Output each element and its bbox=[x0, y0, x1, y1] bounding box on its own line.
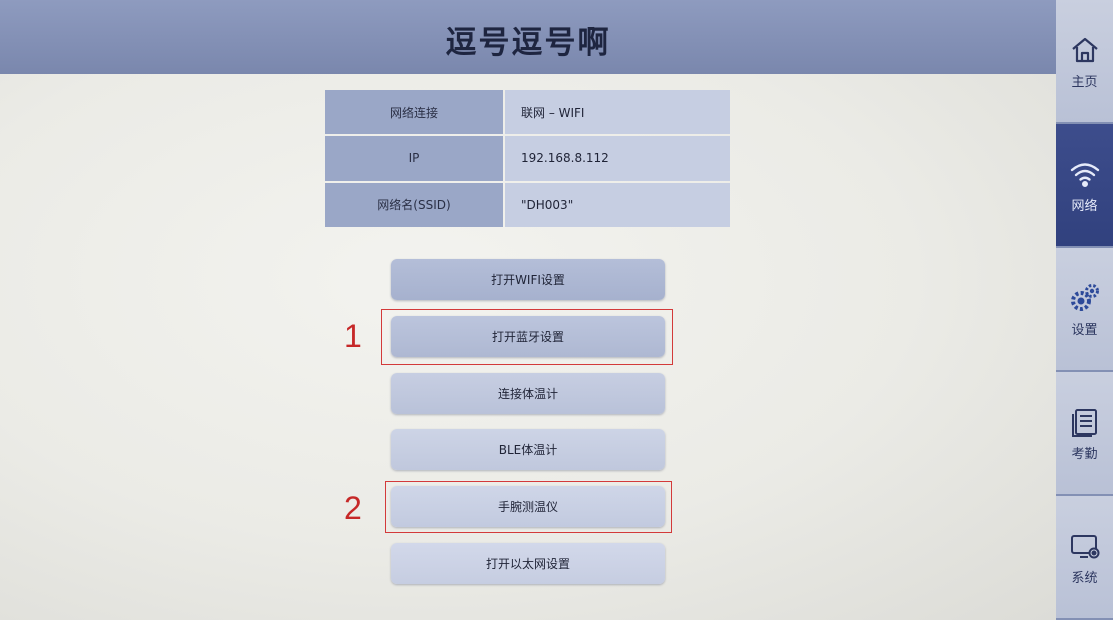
info-label: IP bbox=[325, 136, 503, 181]
info-value: "DH003" bbox=[505, 182, 730, 227]
sidebar-nav: 主页 网络 设置 考勤 系统 bbox=[1056, 0, 1113, 620]
wifi-icon bbox=[1070, 162, 1099, 187]
sidebar-item-label: 系统 bbox=[1071, 570, 1098, 586]
info-row-ssid: 网络名(SSID) "DH003" bbox=[325, 182, 730, 227]
ble-thermometer-button[interactable]: BLE体温计 bbox=[391, 429, 665, 470]
sidebar-item-settings[interactable]: 设置 bbox=[1056, 248, 1113, 372]
sidebar-item-network[interactable]: 网络 bbox=[1056, 124, 1113, 248]
sidebar-item-home[interactable]: 主页 bbox=[1056, 0, 1113, 124]
annotation-number-1: 1 bbox=[344, 318, 362, 354]
info-row-connection: 网络连接 联网 – WIFI bbox=[325, 90, 730, 135]
sidebar-item-label: 考勤 bbox=[1071, 446, 1098, 462]
home-icon bbox=[1071, 37, 1098, 62]
info-row-ip: IP 192.168.8.112 bbox=[325, 136, 730, 181]
sidebar-item-label: 设置 bbox=[1071, 322, 1098, 338]
annotation-box-1 bbox=[381, 309, 673, 365]
annotation-number-2: 2 bbox=[344, 490, 362, 526]
info-value: 联网 – WIFI bbox=[505, 90, 730, 135]
gear-icon bbox=[1070, 283, 1099, 311]
info-label: 网络连接 bbox=[325, 90, 503, 135]
system-icon bbox=[1070, 534, 1099, 558]
attendance-icon bbox=[1071, 408, 1097, 437]
sidebar-item-label: 网络 bbox=[1071, 198, 1098, 214]
main-panel: 逗号逗号啊 网络连接 联网 – WIFI IP 192.168.8.112 网络… bbox=[0, 0, 1056, 620]
info-value: 192.168.8.112 bbox=[505, 136, 730, 181]
sidebar-item-system[interactable]: 系统 bbox=[1056, 496, 1113, 620]
network-info-table: 网络连接 联网 – WIFI IP 192.168.8.112 网络名(SSID… bbox=[325, 90, 730, 227]
open-ethernet-settings-button[interactable]: 打开以太网设置 bbox=[391, 543, 665, 584]
open-wifi-settings-button[interactable]: 打开WIFI设置 bbox=[391, 259, 665, 300]
page-title: 逗号逗号啊 bbox=[445, 24, 611, 61]
annotation-box-2 bbox=[385, 481, 672, 533]
sidebar-item-attendance[interactable]: 考勤 bbox=[1056, 372, 1113, 496]
header-bar: 逗号逗号啊 bbox=[0, 0, 1056, 74]
connect-thermometer-button[interactable]: 连接体温计 bbox=[391, 373, 665, 414]
sidebar-item-label: 主页 bbox=[1071, 74, 1098, 90]
info-label: 网络名(SSID) bbox=[325, 182, 503, 227]
